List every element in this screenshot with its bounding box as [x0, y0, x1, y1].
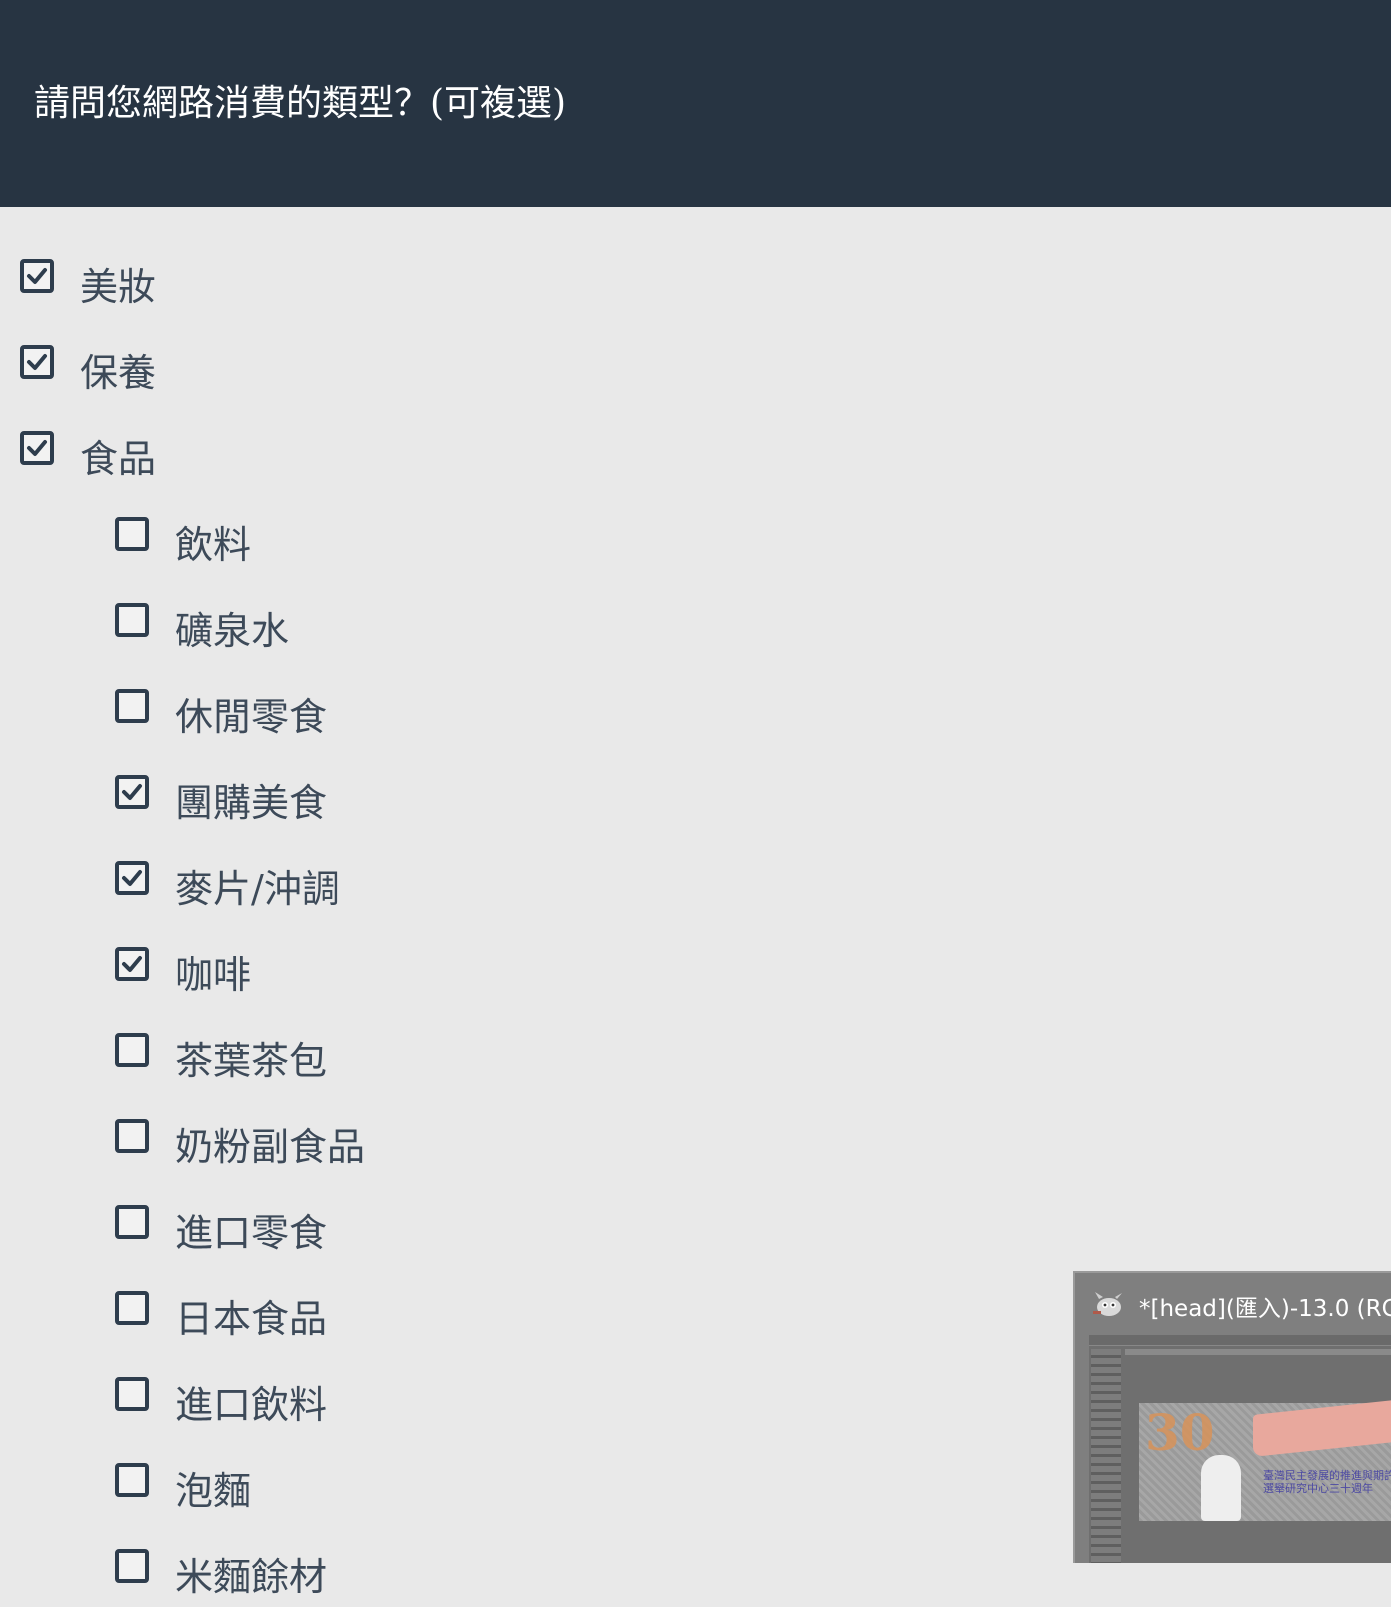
preview-menubar — [1089, 1335, 1391, 1346]
checkbox[interactable] — [115, 861, 149, 895]
option-label: 麥片/沖調 — [175, 867, 340, 911]
option-mineral-water[interactable]: 礦泉水 — [115, 601, 289, 661]
option-label: 奶粉副食品 — [175, 1125, 366, 1169]
taskbar-thumbnail-preview[interactable]: *[head](匯入)-13.0 (RG 30 臺灣民主發展的推進與期許與你 選… — [1073, 1271, 1391, 1563]
option-drinks[interactable]: 飲料 — [115, 515, 251, 575]
checkbox[interactable] — [115, 1463, 149, 1497]
option-label: 咖啡 — [175, 953, 252, 997]
option-makeup[interactable]: 美妝 — [20, 257, 156, 317]
option-tea[interactable]: 茶葉茶包 — [115, 1031, 327, 1091]
checkbox[interactable] — [115, 1377, 149, 1411]
option-milk-powder[interactable]: 奶粉副食品 — [115, 1117, 365, 1177]
checkbox[interactable] — [20, 431, 54, 465]
checkbox[interactable] — [115, 1291, 149, 1325]
checkbox[interactable] — [115, 1549, 149, 1583]
option-label: 休閒零食 — [175, 695, 328, 739]
option-label: 食品 — [80, 437, 157, 481]
gimp-app-icon — [1093, 1292, 1122, 1316]
option-label: 米麵餘材 — [175, 1555, 328, 1599]
checkbox[interactable] — [115, 603, 149, 637]
option-label: 進口飲料 — [175, 1383, 328, 1427]
option-label: 美妝 — [80, 265, 157, 309]
option-rice-noodles[interactable]: 米麵餘材 — [115, 1547, 327, 1607]
checkbox[interactable] — [20, 259, 54, 293]
checkbox[interactable] — [115, 1119, 149, 1153]
preview-person-figure — [1201, 1455, 1241, 1521]
preview-caption-line2: 選舉研究中心三十週年 — [1263, 1482, 1373, 1495]
question-title: 請問您網路消費的類型？(可複選) — [34, 83, 567, 124]
check-icon — [122, 870, 142, 886]
preview-ruler — [1125, 1349, 1391, 1355]
checkbox[interactable] — [115, 947, 149, 981]
option-label: 進口零食 — [175, 1211, 328, 1255]
checkbox[interactable] — [115, 689, 149, 723]
checkbox[interactable] — [20, 345, 54, 379]
option-cereal[interactable]: 麥片/沖調 — [115, 859, 340, 919]
preview-caption: 臺灣民主發展的推進與期許與你 選舉研究中心三十週年 — [1263, 1469, 1391, 1495]
option-label: 飲料 — [175, 523, 252, 567]
window-preview: 30 臺灣民主發展的推進與期許與你 選舉研究中心三十週年 — [1089, 1335, 1391, 1563]
question-header: 請問您網路消費的類型？(可複選) — [0, 0, 1391, 207]
option-label: 團購美食 — [175, 781, 328, 825]
option-label: 日本食品 — [175, 1297, 328, 1341]
option-label: 茶葉茶包 — [175, 1039, 328, 1083]
check-icon — [27, 440, 47, 456]
check-icon — [27, 354, 47, 370]
option-label: 礦泉水 — [175, 609, 290, 653]
option-instant-noodles[interactable]: 泡麵 — [115, 1461, 251, 1521]
preview-toolbox — [1091, 1349, 1121, 1563]
option-skincare[interactable]: 保養 — [20, 343, 156, 403]
option-japanese-food[interactable]: 日本食品 — [115, 1289, 327, 1349]
thumbnail-title: *[head](匯入)-13.0 (RG — [1139, 1296, 1391, 1322]
preview-caption-line1: 臺灣民主發展的推進與期許與你 — [1263, 1469, 1391, 1482]
option-imported-drinks[interactable]: 進口飲料 — [115, 1375, 327, 1435]
preview-number: 30 — [1145, 1403, 1215, 1462]
checkbox[interactable] — [115, 517, 149, 551]
option-imported-snacks[interactable]: 進口零食 — [115, 1203, 327, 1263]
option-label: 泡麵 — [175, 1469, 252, 1513]
preview-canvas: 30 臺灣民主發展的推進與期許與你 選舉研究中心三十週年 — [1139, 1399, 1391, 1521]
checkbox[interactable] — [115, 1205, 149, 1239]
option-group-buy-food[interactable]: 團購美食 — [115, 773, 327, 833]
preview-ribbon-shape — [1253, 1399, 1391, 1457]
checkbox[interactable] — [115, 1033, 149, 1067]
option-label: 保養 — [80, 351, 157, 395]
checkbox[interactable] — [115, 775, 149, 809]
check-icon — [122, 784, 142, 800]
check-icon — [122, 956, 142, 972]
option-coffee[interactable]: 咖啡 — [115, 945, 251, 1005]
check-icon — [27, 268, 47, 284]
option-snacks[interactable]: 休閒零食 — [115, 687, 327, 747]
option-food[interactable]: 食品 — [20, 429, 156, 489]
